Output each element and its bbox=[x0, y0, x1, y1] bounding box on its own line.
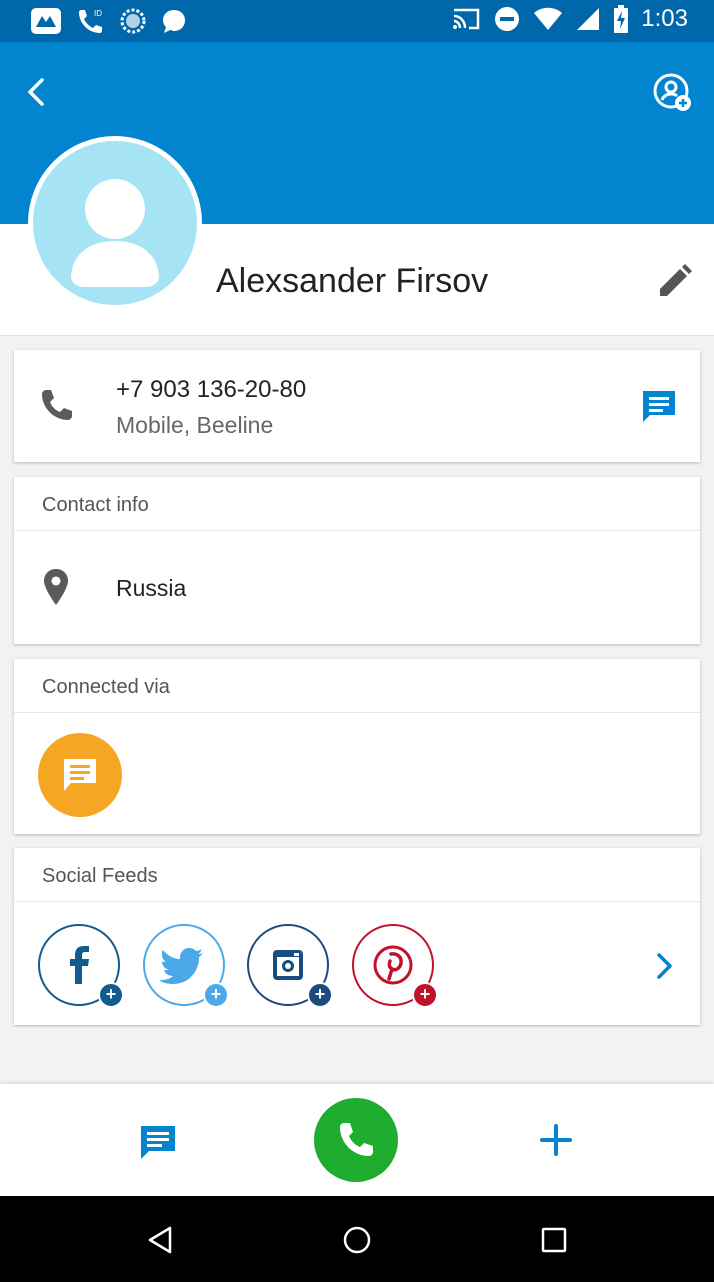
phone-icon bbox=[340, 1123, 373, 1156]
edit-contact-button[interactable] bbox=[654, 262, 694, 302]
location-pin-wrap bbox=[42, 567, 70, 607]
app-icon bbox=[31, 8, 61, 34]
add-to-profile-button[interactable] bbox=[652, 72, 694, 114]
instagram-connect-button[interactable]: + bbox=[247, 924, 333, 1008]
status-bar-system: 1:03 bbox=[451, 5, 688, 33]
cast-icon bbox=[453, 8, 480, 30]
battery-charging-icon bbox=[614, 5, 629, 33]
phone-number: +7 903 136-20-80 bbox=[116, 376, 307, 403]
plus-icon bbox=[540, 1124, 572, 1156]
avatar bbox=[28, 136, 202, 310]
add-badge-icon: + bbox=[98, 982, 124, 1008]
pinterest-connect-button[interactable]: + bbox=[352, 924, 438, 1008]
connected-via-card: Connected via bbox=[14, 659, 700, 834]
location-pin-icon bbox=[44, 569, 68, 605]
bottom-action-bar bbox=[0, 1084, 714, 1196]
circle-home-icon bbox=[343, 1226, 371, 1254]
message-button[interactable] bbox=[138, 1122, 178, 1162]
add-badge-icon: + bbox=[412, 982, 438, 1008]
contact-info-header: Contact info bbox=[14, 477, 700, 531]
more-social-feeds-button[interactable] bbox=[650, 950, 678, 982]
phone-card[interactable]: +7 903 136-20-80 Mobile, Beeline bbox=[14, 350, 700, 462]
status-time: 1:03 bbox=[641, 5, 688, 32]
social-feeds-header: Social Feeds bbox=[14, 848, 700, 902]
add-badge-icon: + bbox=[203, 982, 229, 1008]
phone-icon-wrap bbox=[38, 386, 76, 424]
twitter-connect-button[interactable]: + bbox=[143, 924, 229, 1008]
data-saver-icon bbox=[120, 8, 146, 34]
phone-type: Mobile, Beeline bbox=[116, 412, 274, 438]
chevron-right-icon bbox=[657, 953, 672, 979]
back-button[interactable] bbox=[20, 72, 56, 112]
message-icon bbox=[64, 759, 96, 791]
pencil-icon bbox=[660, 264, 692, 296]
person-placeholder-icon bbox=[71, 179, 159, 287]
nav-home-button[interactable] bbox=[337, 1220, 377, 1260]
svg-text:ID: ID bbox=[94, 9, 102, 18]
wifi-calling-icon: ID bbox=[79, 9, 102, 33]
chat-bubble-icon bbox=[163, 10, 185, 33]
wifi-icon bbox=[534, 7, 563, 30]
send-message-button[interactable] bbox=[640, 388, 678, 426]
nav-recents-button[interactable] bbox=[534, 1220, 574, 1260]
message-icon bbox=[141, 1126, 175, 1159]
status-bar-notifications: ID bbox=[30, 6, 188, 36]
facebook-connect-button[interactable]: + bbox=[38, 924, 124, 1008]
signal-icon bbox=[577, 8, 600, 30]
system-navigation-bar bbox=[0, 1196, 714, 1282]
connected-app-button[interactable] bbox=[38, 733, 122, 817]
profile-add-icon bbox=[653, 73, 691, 111]
phone-icon bbox=[42, 390, 72, 420]
message-icon bbox=[643, 391, 675, 422]
triangle-back-icon bbox=[148, 1226, 172, 1254]
location-value[interactable]: Russia bbox=[116, 575, 186, 602]
contact-info-card: Contact info Russia bbox=[14, 477, 700, 644]
square-recents-icon bbox=[541, 1227, 567, 1253]
contact-name: Alexsander Firsov bbox=[216, 262, 489, 300]
do-not-disturb-icon bbox=[495, 7, 520, 31]
chevron-left-icon bbox=[28, 78, 44, 106]
add-button[interactable] bbox=[536, 1120, 576, 1160]
social-feeds-card: Social Feeds + + + + bbox=[14, 848, 700, 1025]
status-bar: ID 1:03 bbox=[0, 0, 714, 42]
call-button[interactable] bbox=[314, 1098, 398, 1182]
add-badge-icon: + bbox=[307, 982, 333, 1008]
nav-back-button[interactable] bbox=[140, 1220, 180, 1260]
connected-via-header: Connected via bbox=[14, 659, 700, 713]
